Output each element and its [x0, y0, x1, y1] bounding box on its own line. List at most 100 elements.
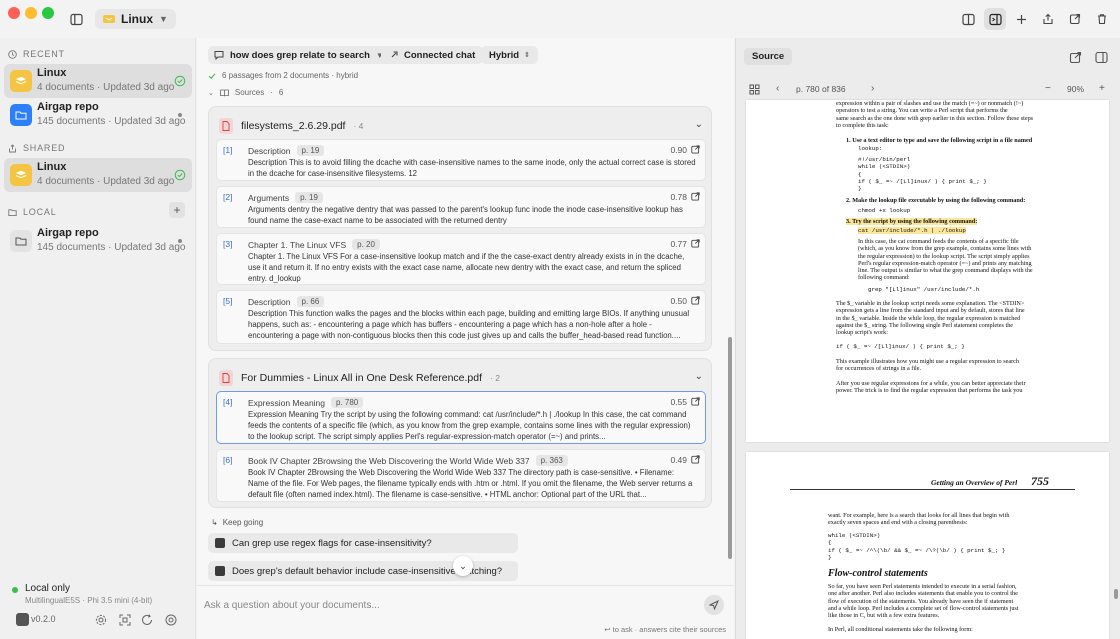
external-link-icon[interactable]	[691, 455, 700, 464]
page-badge: p. 363	[535, 455, 568, 466]
local-section-header: LOCAL	[8, 207, 57, 217]
passage-text: Chapter 1. The Linux VFS For a case-inse…	[248, 252, 685, 283]
add-workspace-button[interactable]: +	[169, 202, 185, 218]
workspace-switcher[interactable]: Linux ▼	[95, 9, 176, 29]
pdf-file-icon	[219, 370, 233, 386]
citation-number: [2]	[223, 192, 233, 202]
document-name: For Dummies - Linux All in One Desk Refe…	[241, 372, 483, 384]
clock-icon	[8, 49, 17, 59]
toggle-left-panel-button[interactable]	[957, 8, 979, 30]
passage-card-selected[interactable]: [4] Expression Meaning p. 780 0.55 Expres…	[216, 391, 706, 444]
document-header[interactable]: For Dummies - Linux All in One Desk Refe…	[219, 369, 500, 387]
external-link-icon[interactable]	[691, 397, 700, 406]
minimize-window-button[interactable]	[25, 7, 37, 19]
delete-button[interactable]	[1091, 8, 1113, 30]
ask-input[interactable]	[204, 596, 694, 614]
online-status-dot	[12, 587, 18, 593]
relevance-score: 0.90	[670, 145, 687, 155]
passage-card[interactable]: [3] Chapter 1. The Linux VFS p. 20 0.77 C…	[216, 233, 706, 285]
workspace-icon	[10, 164, 32, 186]
close-window-button[interactable]	[8, 7, 20, 19]
suggestion-chip[interactable]: Can grep use regex flags for case-insens…	[208, 533, 518, 553]
passage-card[interactable]: [2] Arguments p. 19 0.78 Arguments dentry…	[216, 186, 706, 228]
panel-left-icon	[961, 13, 975, 25]
chevron-down-icon[interactable]: ⌄	[695, 119, 703, 130]
share-icon	[9, 143, 16, 152]
page-number: 755	[1031, 474, 1049, 488]
code-block: while (<STDIN>) { if ( $_ =~ /^\(\b/ && …	[828, 532, 1006, 561]
composer-hint: ↩ to ask · answers cite their sources	[604, 625, 726, 634]
page-indicator: p. 780 of 836	[796, 84, 846, 94]
preview-scrollbar[interactable]	[1114, 589, 1118, 599]
chat-panel: how does grep relate to search ▼ Connect…	[197, 38, 734, 639]
help-icon[interactable]	[164, 613, 178, 627]
external-link-icon[interactable]	[691, 145, 700, 154]
avatar[interactable]	[16, 613, 29, 626]
connected-chat-button[interactable]: Connected chat	[381, 46, 484, 64]
sidebar-item-airgap-repo-local[interactable]: Airgap repo 145 documents · Updated 3d a…	[4, 224, 192, 258]
source-document-card: filesystems_2.6.29.pdf · 4 ⌄ [1] Descrip…	[208, 106, 712, 351]
sidebar-item-linux-shared[interactable]: Linux 4 documents · Updated 3d ago	[4, 158, 192, 192]
folder-icon	[10, 104, 32, 126]
chevron-down-icon: ⌄	[459, 560, 467, 571]
sidebar-item-airgap-repo[interactable]: Airgap repo 145 documents · Updated 3d a…	[4, 98, 192, 132]
search-mode-dropdown[interactable]: Hybrid ⇕	[481, 46, 538, 64]
previous-page-button[interactable]: ‹	[776, 83, 779, 94]
external-link-icon[interactable]	[691, 239, 700, 248]
composer-divider	[197, 585, 734, 586]
workspace-icon	[103, 15, 115, 23]
document-name: filesystems_2.6.29.pdf	[241, 120, 346, 132]
zoom-out-button[interactable]: −	[1045, 83, 1051, 94]
query-text: how does grep relate to search	[230, 49, 370, 61]
tab-source[interactable]: Source	[744, 48, 793, 65]
workspace-name: Linux	[121, 12, 153, 26]
open-external-button[interactable]	[1064, 8, 1086, 30]
citation-number: [5]	[223, 296, 233, 306]
local-status-dot	[178, 239, 182, 243]
query-dropdown[interactable]: how does grep relate to search ▼	[208, 46, 390, 64]
send-button[interactable]	[704, 595, 724, 615]
zoom-in-button[interactable]: +	[1099, 83, 1105, 94]
external-link-icon[interactable]	[691, 192, 700, 201]
passage-card[interactable]: [1] Description p. 19 0.90 Description Th…	[216, 139, 706, 181]
panel-right-icon	[988, 13, 1002, 25]
new-chat-button[interactable]	[1010, 8, 1032, 30]
passage-text: Expression Meaning Try the script by usi…	[248, 410, 691, 441]
passage-card[interactable]: [5] Description p. 66 0.50 Description Th…	[216, 290, 706, 344]
share-icon	[1043, 13, 1053, 25]
next-page-button[interactable]: ›	[871, 83, 874, 94]
sidebar-toggle-icon	[69, 13, 83, 25]
grid-icon[interactable]	[749, 84, 760, 95]
document-header[interactable]: filesystems_2.6.29.pdf · 4	[219, 117, 363, 135]
sidebar-item-linux[interactable]: Linux 4 documents · Updated 3d ago	[4, 64, 192, 98]
check-circle-icon	[174, 75, 186, 87]
source-document-card: For Dummies - Linux All in One Desk Refe…	[208, 358, 712, 508]
pdf-toolbar: ‹ p. 780 of 836 › − 90% +	[736, 80, 1120, 100]
gear-icon[interactable]	[94, 613, 108, 627]
link-icon	[391, 51, 398, 58]
scroll-to-bottom-button[interactable]: ⌄	[453, 556, 473, 576]
chevron-down-icon: ▼	[159, 14, 168, 24]
header-rule	[790, 489, 1075, 490]
page-badge: p. 19	[295, 192, 323, 203]
pdf-file-icon	[219, 118, 233, 134]
zoom-window-button[interactable]	[42, 7, 54, 19]
check-icon	[208, 72, 216, 79]
relevance-score: 0.77	[670, 239, 687, 249]
external-link-icon[interactable]	[1069, 51, 1082, 64]
retrieval-summary: 6 passages from 2 documents · hybrid	[208, 71, 358, 80]
toggle-preview-button[interactable]	[984, 8, 1006, 30]
refresh-icon[interactable]	[140, 613, 154, 627]
passage-card[interactable]: [6] Book IV Chapter 2Browsing the Web Di…	[216, 449, 706, 502]
title-bar: Linux ▼	[0, 0, 1120, 38]
sidebar-toggle-button[interactable]	[65, 8, 87, 30]
chat-scrollbar[interactable]	[728, 337, 732, 559]
external-link-icon[interactable]	[691, 296, 700, 305]
sources-toggle[interactable]: ⌄ Sources · 6	[208, 88, 283, 97]
share-button[interactable]	[1037, 8, 1059, 30]
sparkle-icon	[215, 538, 225, 548]
sidebar: RECENT Linux 4 documents · Updated 3d ag…	[0, 38, 196, 639]
panel-right-icon[interactable]	[1095, 51, 1108, 64]
chevron-down-icon[interactable]: ⌄	[695, 371, 703, 382]
scan-icon[interactable]	[118, 613, 132, 627]
